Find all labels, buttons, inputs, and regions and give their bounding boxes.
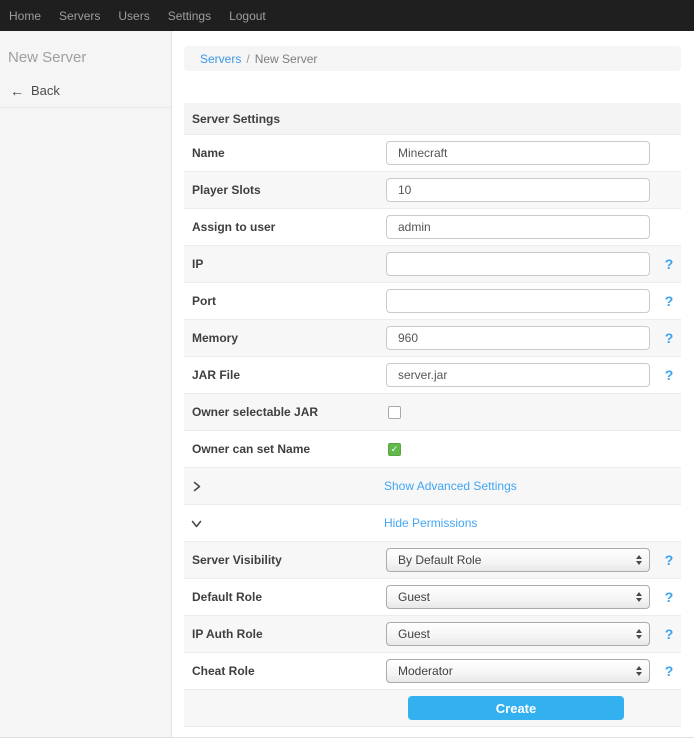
help-icon[interactable]: ? — [662, 293, 676, 309]
help-icon[interactable]: ? — [662, 256, 676, 272]
select-stepper-icon — [636, 592, 642, 602]
field-control — [386, 363, 650, 387]
memory-input[interactable] — [386, 326, 650, 350]
top-navbar: HomeServersUsersSettingsLogout — [0, 0, 694, 31]
row-ip-auth-role: IP Auth Role Guest? — [184, 616, 681, 653]
nav-item-users[interactable]: Users — [109, 9, 158, 23]
row-create: Create — [184, 690, 681, 727]
select-stepper-icon — [636, 629, 642, 639]
player-slots-input[interactable] — [386, 178, 650, 202]
back-label: Back — [31, 83, 60, 98]
selected-option: Guest — [398, 627, 430, 641]
breadcrumb-current: New Server — [255, 52, 318, 66]
row-server-visibility: Server Visibility By Default Role? — [184, 542, 681, 579]
name-input[interactable] — [386, 141, 650, 165]
selected-option: By Default Role — [398, 553, 481, 567]
back-arrow-icon: ← — [10, 84, 24, 98]
help-icon[interactable]: ? — [662, 367, 676, 383]
field-control — [386, 252, 650, 276]
back-button[interactable]: ← Back — [0, 76, 171, 108]
selected-option: Moderator — [398, 664, 453, 678]
row-hide-permissions: Hide Permissions — [184, 505, 681, 542]
field-label-name: Name — [184, 146, 386, 160]
server-visibility-select[interactable]: By Default Role — [386, 548, 650, 572]
row-owner-can-set-name: Owner can set Name✓ — [184, 431, 681, 468]
field-control — [386, 289, 650, 313]
field-control — [386, 406, 650, 419]
select-stepper-icon — [636, 666, 642, 676]
help-icon[interactable]: ? — [662, 663, 676, 679]
port-input[interactable] — [386, 289, 650, 313]
field-control: Moderator — [386, 659, 650, 683]
breadcrumb-separator: / — [246, 52, 249, 66]
field-label-memory: Memory — [184, 331, 386, 345]
assign-to-user-input[interactable] — [386, 215, 650, 239]
field-label-ip: IP — [184, 257, 386, 271]
field-label-port: Port — [184, 294, 386, 308]
field-label-player-slots: Player Slots — [184, 183, 386, 197]
main-content: Servers / New Server Server Settings Name… — [184, 31, 681, 727]
help-icon[interactable]: ? — [662, 552, 676, 568]
field-label-owner-can-set-name: Owner can set Name — [184, 442, 386, 456]
nav-item-home[interactable]: Home — [0, 9, 50, 23]
nav-item-settings[interactable]: Settings — [159, 9, 220, 23]
owner-can-set-name-checkbox[interactable]: ✓ — [388, 443, 401, 456]
show-advanced-settings-link[interactable]: Show Advanced Settings — [384, 479, 517, 493]
bottom-divider — [0, 737, 694, 738]
row-memory: Memory? — [184, 320, 681, 357]
field-control — [386, 178, 650, 202]
field-label-assign-to-user: Assign to user — [184, 220, 386, 234]
field-control — [386, 215, 650, 239]
field-control — [386, 141, 650, 165]
row-owner-selectable-jar: Owner selectable JAR — [184, 394, 681, 431]
page: HomeServersUsersSettingsLogout New Serve… — [0, 0, 694, 744]
hide-permissions-link[interactable]: Hide Permissions — [384, 516, 477, 530]
page-title: New Server — [0, 31, 171, 76]
chevron-down-icon[interactable] — [184, 517, 384, 530]
chevron-right-icon[interactable] — [184, 480, 384, 493]
field-label-server-visibility: Server Visibility — [184, 553, 386, 567]
field-control: Guest — [386, 622, 650, 646]
nav-item-servers[interactable]: Servers — [50, 9, 109, 23]
server-settings-form: Server Settings Name Player Slots Assign to… — [184, 103, 681, 727]
help-icon[interactable]: ? — [662, 330, 676, 346]
jar-file-input[interactable] — [386, 363, 650, 387]
row-server-settings: Server Settings — [184, 103, 681, 135]
row-assign-to-user: Assign to user — [184, 209, 681, 246]
row-player-slots: Player Slots — [184, 172, 681, 209]
row-cheat-role: Cheat Role Moderator? — [184, 653, 681, 690]
create-button[interactable]: Create — [408, 696, 624, 720]
section-title: Server Settings — [184, 112, 280, 126]
ip-auth-role-select[interactable]: Guest — [386, 622, 650, 646]
field-label-owner-selectable-jar: Owner selectable JAR — [184, 405, 386, 419]
field-label-cheat-role: Cheat Role — [184, 664, 386, 678]
nav-item-logout[interactable]: Logout — [220, 9, 275, 23]
default-role-select[interactable]: Guest — [386, 585, 650, 609]
row-port: Port? — [184, 283, 681, 320]
field-control: By Default Role — [386, 548, 650, 572]
selected-option: Guest — [398, 590, 430, 604]
row-show-advanced-settings: Show Advanced Settings — [184, 468, 681, 505]
field-label-default-role: Default Role — [184, 590, 386, 604]
breadcrumb: Servers / New Server — [184, 46, 681, 71]
field-label-ip-auth-role: IP Auth Role — [184, 627, 386, 641]
breadcrumb-link-servers[interactable]: Servers — [200, 52, 241, 66]
help-icon[interactable]: ? — [662, 626, 676, 642]
owner-selectable-jar-checkbox[interactable] — [388, 406, 401, 419]
ip-input[interactable] — [386, 252, 650, 276]
field-control — [386, 326, 650, 350]
field-control: Guest — [386, 585, 650, 609]
row-jar-file: JAR File? — [184, 357, 681, 394]
help-icon[interactable]: ? — [662, 589, 676, 605]
cheat-role-select[interactable]: Moderator — [386, 659, 650, 683]
field-control: ✓ — [386, 443, 650, 456]
row-default-role: Default Role Guest? — [184, 579, 681, 616]
row-ip: IP? — [184, 246, 681, 283]
row-name: Name — [184, 135, 681, 172]
select-stepper-icon — [636, 555, 642, 565]
field-label-jar-file: JAR File — [184, 368, 386, 382]
sidebar: New Server ← Back — [0, 31, 172, 737]
